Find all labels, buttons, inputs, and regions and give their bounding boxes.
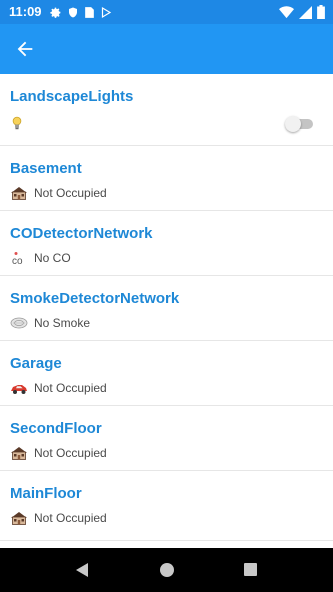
battery-icon (317, 5, 325, 19)
list-item-co-detector-network[interactable]: CODetectorNetwork co No CO (0, 211, 333, 276)
status-icons-left (49, 4, 112, 20)
list-item-main-floor[interactable]: MainFloor Not Occupied (0, 471, 333, 541)
co-icon: co (12, 252, 23, 265)
item-status: co No CO (10, 251, 71, 265)
item-status-text: Not Occupied (34, 446, 107, 460)
house-icon (11, 447, 27, 460)
list-item-basement[interactable]: Basement Not Occupied (0, 146, 333, 211)
back-triangle-icon (76, 563, 88, 577)
status-icons-right (279, 4, 325, 20)
navigation-bar (0, 548, 333, 592)
sim-card-icon (85, 6, 94, 18)
item-status: Not Occupied (10, 186, 107, 200)
item-title: MainFloor (10, 485, 82, 502)
item-title: Garage (10, 355, 62, 372)
status-bar: 11:09 (0, 0, 333, 24)
item-status: Not Occupied (10, 511, 107, 525)
landscape-lights-toggle[interactable] (285, 116, 315, 132)
arrow-left-icon (17, 41, 33, 57)
item-title: LandscapeLights (10, 88, 134, 105)
nav-home-button[interactable] (159, 562, 175, 583)
light-bulb-icon (12, 116, 22, 130)
item-status-text: Not Occupied (34, 186, 107, 200)
item-status: Not Occupied (10, 381, 107, 395)
signal-icon (299, 5, 312, 19)
item-title: CODetectorNetwork (10, 225, 153, 242)
recents-square-icon (244, 563, 257, 576)
toggle-thumb (285, 116, 301, 132)
house-icon (11, 187, 27, 200)
device-list: LandscapeLights Basement Not Occupied CO… (0, 74, 333, 548)
item-title: SecondFloor (10, 420, 102, 437)
list-item-smoke-detector-network[interactable]: SmokeDetectorNetwork No Smoke (0, 276, 333, 341)
wifi-icon (279, 5, 294, 18)
item-title: Basement (10, 160, 82, 177)
item-status (10, 114, 24, 132)
item-status-text: Not Occupied (34, 381, 107, 395)
gear-icon (50, 7, 61, 18)
item-status-text: Not Occupied (34, 511, 107, 525)
item-status: Not Occupied (10, 446, 107, 460)
shield-icon (69, 7, 77, 17)
item-status-text: No CO (34, 251, 71, 265)
app-bar (0, 24, 333, 74)
nav-recents-button[interactable] (243, 562, 258, 582)
car-icon (11, 385, 27, 394)
item-title: SmokeDetectorNetwork (10, 290, 180, 307)
item-status: No Smoke (10, 316, 90, 330)
house-icon (11, 512, 27, 525)
nav-back-button[interactable] (74, 562, 90, 583)
list-item-garage[interactable]: Garage Not Occupied (0, 341, 333, 406)
home-circle-icon (160, 563, 174, 577)
item-status-text: No Smoke (34, 316, 91, 330)
back-button[interactable] (14, 38, 36, 60)
list-item-second-floor[interactable]: SecondFloor Not Occupied (0, 406, 333, 471)
list-item-landscape-lights[interactable]: LandscapeLights (0, 74, 333, 146)
play-store-icon (101, 6, 112, 18)
status-time: 11:09 (9, 4, 42, 19)
svg-text:co: co (12, 256, 23, 265)
smoke-detector-icon (10, 317, 28, 329)
